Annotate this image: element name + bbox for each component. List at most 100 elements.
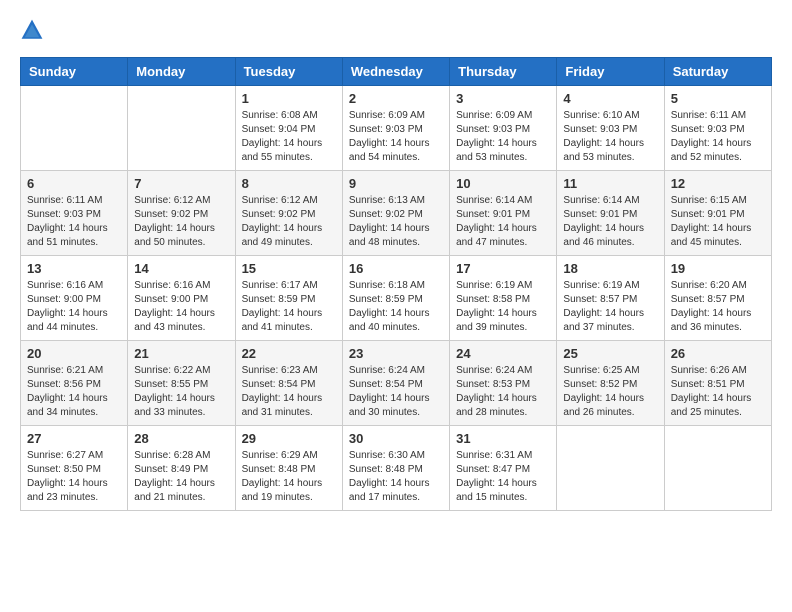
calendar-day-cell: 20 Sunrise: 6:21 AM Sunset: 8:56 PM Dayli…	[21, 341, 128, 426]
calendar-week-row: 20 Sunrise: 6:21 AM Sunset: 8:56 PM Dayli…	[21, 341, 772, 426]
day-info: Sunrise: 6:14 AM Sunset: 9:01 PM Dayligh…	[456, 194, 550, 250]
day-number: 1	[242, 91, 336, 106]
day-of-week-header: Sunday	[21, 58, 128, 86]
calendar-day-cell: 12 Sunrise: 6:15 AM Sunset: 9:01 PM Dayli…	[664, 171, 771, 256]
calendar-day-cell: 28 Sunrise: 6:28 AM Sunset: 8:49 PM Dayli…	[128, 426, 235, 511]
day-of-week-header: Wednesday	[342, 58, 449, 86]
day-info: Sunrise: 6:11 AM Sunset: 9:03 PM Dayligh…	[671, 109, 765, 165]
day-number: 17	[456, 261, 550, 276]
calendar-day-cell: 9 Sunrise: 6:13 AM Sunset: 9:02 PM Daylig…	[342, 171, 449, 256]
day-info: Sunrise: 6:30 AM Sunset: 8:48 PM Dayligh…	[349, 449, 443, 505]
day-header-row: SundayMondayTuesdayWednesdayThursdayFrid…	[21, 58, 772, 86]
day-of-week-header: Friday	[557, 58, 664, 86]
day-number: 6	[27, 176, 121, 191]
day-info: Sunrise: 6:27 AM Sunset: 8:50 PM Dayligh…	[27, 449, 121, 505]
calendar-day-cell: 25 Sunrise: 6:25 AM Sunset: 8:52 PM Dayli…	[557, 341, 664, 426]
day-number: 11	[563, 176, 657, 191]
day-info: Sunrise: 6:26 AM Sunset: 8:51 PM Dayligh…	[671, 364, 765, 420]
day-number: 9	[349, 176, 443, 191]
day-info: Sunrise: 6:14 AM Sunset: 9:01 PM Dayligh…	[563, 194, 657, 250]
day-info: Sunrise: 6:12 AM Sunset: 9:02 PM Dayligh…	[242, 194, 336, 250]
day-number: 8	[242, 176, 336, 191]
day-info: Sunrise: 6:21 AM Sunset: 8:56 PM Dayligh…	[27, 364, 121, 420]
day-number: 28	[134, 431, 228, 446]
calendar-day-cell: 14 Sunrise: 6:16 AM Sunset: 9:00 PM Dayli…	[128, 256, 235, 341]
day-info: Sunrise: 6:16 AM Sunset: 9:00 PM Dayligh…	[27, 279, 121, 335]
calendar-day-cell: 31 Sunrise: 6:31 AM Sunset: 8:47 PM Dayli…	[450, 426, 557, 511]
day-number: 31	[456, 431, 550, 446]
day-info: Sunrise: 6:18 AM Sunset: 8:59 PM Dayligh…	[349, 279, 443, 335]
calendar-week-row: 6Sunrise: 6:11 AM Sunset: 9:03 PM Daylig…	[21, 171, 772, 256]
day-number: 14	[134, 261, 228, 276]
day-info: Sunrise: 6:19 AM Sunset: 8:58 PM Dayligh…	[456, 279, 550, 335]
day-info: Sunrise: 6:13 AM Sunset: 9:02 PM Dayligh…	[349, 194, 443, 250]
day-info: Sunrise: 6:23 AM Sunset: 8:54 PM Dayligh…	[242, 364, 336, 420]
day-number: 27	[27, 431, 121, 446]
day-info: Sunrise: 6:15 AM Sunset: 9:01 PM Dayligh…	[671, 194, 765, 250]
day-info: Sunrise: 6:20 AM Sunset: 8:57 PM Dayligh…	[671, 279, 765, 335]
page-header	[20, 20, 772, 47]
day-info: Sunrise: 6:09 AM Sunset: 9:03 PM Dayligh…	[349, 109, 443, 165]
day-number: 20	[27, 346, 121, 361]
day-of-week-header: Saturday	[664, 58, 771, 86]
day-info: Sunrise: 6:28 AM Sunset: 8:49 PM Dayligh…	[134, 449, 228, 505]
calendar-day-cell: 26 Sunrise: 6:26 AM Sunset: 8:51 PM Dayli…	[664, 341, 771, 426]
calendar-day-cell: 22 Sunrise: 6:23 AM Sunset: 8:54 PM Dayli…	[235, 341, 342, 426]
calendar-day-cell: 16 Sunrise: 6:18 AM Sunset: 8:59 PM Dayli…	[342, 256, 449, 341]
calendar-day-cell: 1 Sunrise: 6:08 AM Sunset: 9:04 PM Daylig…	[235, 86, 342, 171]
day-number: 15	[242, 261, 336, 276]
day-number: 10	[456, 176, 550, 191]
day-number: 7	[134, 176, 228, 191]
day-info: Sunrise: 6:31 AM Sunset: 8:47 PM Dayligh…	[456, 449, 550, 505]
day-number: 26	[671, 346, 765, 361]
calendar-day-cell: 10 Sunrise: 6:14 AM Sunset: 9:01 PM Dayli…	[450, 171, 557, 256]
calendar-day-cell: 23 Sunrise: 6:24 AM Sunset: 8:54 PM Dayli…	[342, 341, 449, 426]
day-number: 22	[242, 346, 336, 361]
day-number: 5	[671, 91, 765, 106]
day-number: 16	[349, 261, 443, 276]
day-number: 29	[242, 431, 336, 446]
calendar-day-cell: 8 Sunrise: 6:12 AM Sunset: 9:02 PM Daylig…	[235, 171, 342, 256]
calendar-day-cell: 17 Sunrise: 6:19 AM Sunset: 8:58 PM Dayli…	[450, 256, 557, 341]
day-number: 21	[134, 346, 228, 361]
calendar-day-cell	[21, 86, 128, 171]
calendar-week-row: 27 Sunrise: 6:27 AM Sunset: 8:50 PM Dayli…	[21, 426, 772, 511]
calendar-week-row: 13Sunrise: 6:16 AM Sunset: 9:00 PM Dayli…	[21, 256, 772, 341]
calendar-week-row: 1 Sunrise: 6:08 AM Sunset: 9:04 PM Daylig…	[21, 86, 772, 171]
day-number: 30	[349, 431, 443, 446]
day-number: 23	[349, 346, 443, 361]
calendar-day-cell: 11 Sunrise: 6:14 AM Sunset: 9:01 PM Dayli…	[557, 171, 664, 256]
calendar-day-cell: 7Sunrise: 6:12 AM Sunset: 9:02 PM Daylig…	[128, 171, 235, 256]
logo-icon	[20, 18, 44, 42]
calendar-body: 1 Sunrise: 6:08 AM Sunset: 9:04 PM Daylig…	[21, 86, 772, 511]
day-of-week-header: Thursday	[450, 58, 557, 86]
calendar-day-cell: 18Sunrise: 6:19 AM Sunset: 8:57 PM Dayli…	[557, 256, 664, 341]
day-number: 12	[671, 176, 765, 191]
day-info: Sunrise: 6:16 AM Sunset: 9:00 PM Dayligh…	[134, 279, 228, 335]
calendar-day-cell: 2 Sunrise: 6:09 AM Sunset: 9:03 PM Daylig…	[342, 86, 449, 171]
calendar-day-cell: 6Sunrise: 6:11 AM Sunset: 9:03 PM Daylig…	[21, 171, 128, 256]
calendar-day-cell: 21Sunrise: 6:22 AM Sunset: 8:55 PM Dayli…	[128, 341, 235, 426]
day-info: Sunrise: 6:25 AM Sunset: 8:52 PM Dayligh…	[563, 364, 657, 420]
day-info: Sunrise: 6:17 AM Sunset: 8:59 PM Dayligh…	[242, 279, 336, 335]
day-number: 24	[456, 346, 550, 361]
calendar-day-cell	[128, 86, 235, 171]
day-number: 19	[671, 261, 765, 276]
day-number: 25	[563, 346, 657, 361]
day-number: 2	[349, 91, 443, 106]
day-of-week-header: Tuesday	[235, 58, 342, 86]
calendar-day-cell: 5 Sunrise: 6:11 AM Sunset: 9:03 PM Daylig…	[664, 86, 771, 171]
calendar-day-cell: 3Sunrise: 6:09 AM Sunset: 9:03 PM Daylig…	[450, 86, 557, 171]
day-info: Sunrise: 6:19 AM Sunset: 8:57 PM Dayligh…	[563, 279, 657, 335]
calendar-header: SundayMondayTuesdayWednesdayThursdayFrid…	[21, 58, 772, 86]
day-info: Sunrise: 6:08 AM Sunset: 9:04 PM Dayligh…	[242, 109, 336, 165]
calendar-table: SundayMondayTuesdayWednesdayThursdayFrid…	[20, 57, 772, 511]
day-info: Sunrise: 6:10 AM Sunset: 9:03 PM Dayligh…	[563, 109, 657, 165]
day-info: Sunrise: 6:09 AM Sunset: 9:03 PM Dayligh…	[456, 109, 550, 165]
day-info: Sunrise: 6:24 AM Sunset: 8:53 PM Dayligh…	[456, 364, 550, 420]
calendar-day-cell: 19 Sunrise: 6:20 AM Sunset: 8:57 PM Dayli…	[664, 256, 771, 341]
calendar-day-cell	[664, 426, 771, 511]
day-info: Sunrise: 6:24 AM Sunset: 8:54 PM Dayligh…	[349, 364, 443, 420]
calendar-day-cell: 29Sunrise: 6:29 AM Sunset: 8:48 PM Dayli…	[235, 426, 342, 511]
calendar-day-cell: 13Sunrise: 6:16 AM Sunset: 9:00 PM Dayli…	[21, 256, 128, 341]
